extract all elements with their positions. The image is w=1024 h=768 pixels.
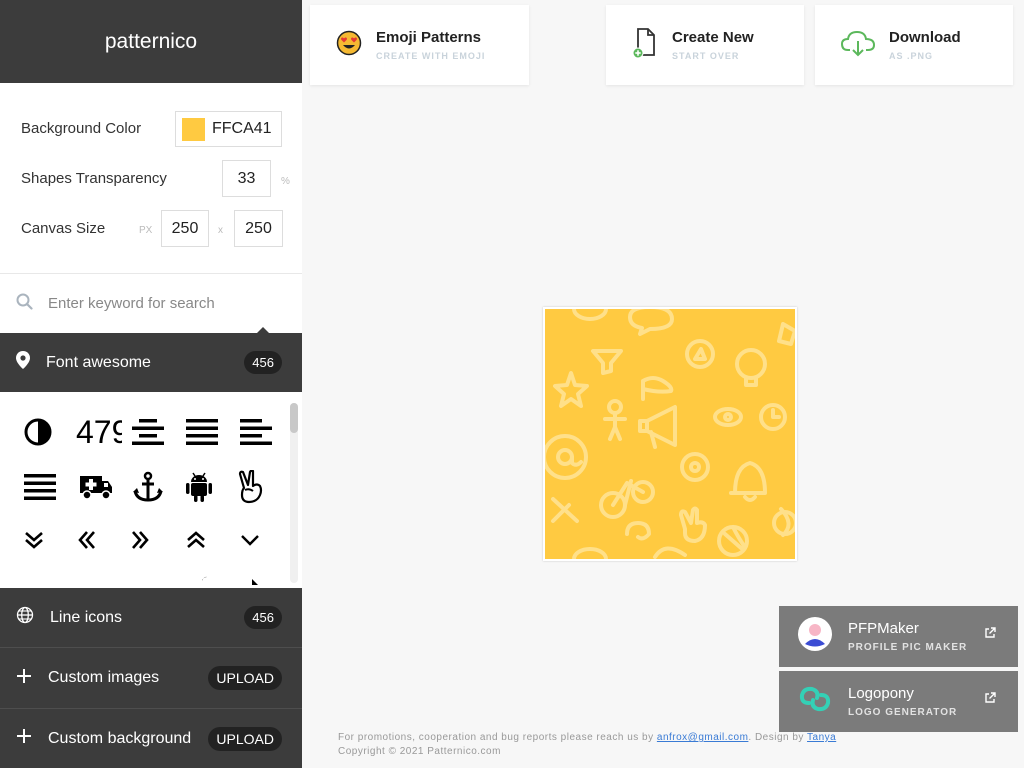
- canvas-size-label: Canvas Size: [21, 220, 106, 237]
- card-title: Create New: [672, 29, 754, 46]
- pattern-preview-canvas[interactable]: [543, 307, 797, 561]
- peace-hand-icon[interactable]: [231, 467, 271, 507]
- px-unit: PX: [139, 225, 153, 236]
- app-logo[interactable]: patternico: [0, 0, 302, 83]
- arrow-right-icon[interactable]: [234, 571, 274, 588]
- section-label: Line icons: [50, 608, 123, 626]
- angle-double-left-icon[interactable]: [67, 520, 107, 560]
- search-bar: [0, 274, 302, 333]
- adjust-icon[interactable]: [18, 412, 58, 452]
- designer-link[interactable]: Tanya: [807, 732, 836, 743]
- upload-background-button[interactable]: UPLOAD: [208, 726, 282, 751]
- footer: For promotions, cooperation and bug repo…: [338, 731, 836, 759]
- partial-text: 479: [76, 413, 122, 450]
- count-badge: 456: [244, 351, 282, 374]
- copyright: Copyright © 2021 Patternico.com: [338, 746, 501, 757]
- logopony-logo-icon: [797, 681, 833, 722]
- logopony-promo-link[interactable]: Logopony LOGO GENERATOR: [779, 671, 1018, 732]
- transparency-input[interactable]: 33: [222, 160, 271, 197]
- canvas-height-input[interactable]: 250: [234, 210, 283, 247]
- transparency-label: Shapes Transparency: [21, 170, 167, 187]
- text-height-icon[interactable]: 479: [76, 412, 122, 452]
- section-custom-images[interactable]: Custom images UPLOAD: [0, 648, 302, 708]
- heart-eyes-emoji-icon: [336, 30, 362, 61]
- angle-down-icon[interactable]: [230, 520, 270, 560]
- pfpmaker-promo-link[interactable]: PFPMaker PROFILE PIC MAKER: [779, 606, 1018, 667]
- emoji-patterns-button[interactable]: Emoji Patterns CREATE WITH EMOJI: [310, 5, 529, 85]
- upload-images-button[interactable]: UPLOAD: [208, 666, 282, 690]
- card-title: Download: [889, 29, 961, 46]
- apple-icon[interactable]: [180, 571, 220, 588]
- footer-text: For promotions, cooperation and bug repo…: [338, 732, 657, 743]
- avatar-icon: [797, 616, 833, 657]
- anchor-icon[interactable]: [128, 467, 168, 507]
- email-link[interactable]: anfrox@gmail.com: [657, 732, 749, 743]
- color-swatch: [182, 117, 205, 141]
- section-line-icons[interactable]: Line icons 456: [0, 588, 302, 647]
- promo-subtitle: LOGO GENERATOR: [848, 707, 958, 718]
- promo-title: PFPMaker: [848, 620, 919, 637]
- times-separator: x: [218, 225, 223, 236]
- card-title: Emoji Patterns: [376, 29, 482, 46]
- globe-icon: [16, 606, 34, 629]
- promo-subtitle: PROFILE PIC MAKER: [848, 642, 968, 653]
- percent-unit: %: [281, 176, 290, 187]
- plus-icon: [16, 728, 32, 749]
- align-justify-icon[interactable]: [182, 412, 222, 452]
- external-link-icon: [984, 691, 996, 709]
- background-color-label: Background Color: [21, 120, 142, 137]
- search-input[interactable]: [48, 295, 278, 312]
- sidebar: patternico Background Color FFCA41 Shape…: [0, 0, 302, 768]
- footer-text: . Design by: [748, 732, 808, 743]
- angle-double-down-icon[interactable]: [14, 520, 54, 560]
- align-justify-icon[interactable]: [20, 467, 60, 507]
- section-label: Custom images: [48, 669, 160, 686]
- align-left-icon[interactable]: [236, 412, 276, 452]
- create-new-button[interactable]: Create New START OVER: [606, 5, 804, 85]
- new-file-icon: [632, 27, 658, 64]
- card-subtitle: AS .PNG: [889, 51, 934, 61]
- background-color-picker[interactable]: FFCA41: [175, 111, 282, 147]
- section-custom-background[interactable]: Custom background UPLOAD: [0, 709, 302, 768]
- search-icon: [16, 293, 33, 315]
- plus-icon: [16, 668, 32, 689]
- promo-title: Logopony: [848, 685, 914, 702]
- background-color-value: FFCA41: [212, 120, 272, 137]
- card-subtitle: CREATE WITH EMOJI: [376, 51, 486, 61]
- map-marker-icon: [16, 351, 30, 374]
- icon-grid-scrollbar[interactable]: [290, 403, 298, 583]
- section-label: Custom background: [48, 729, 192, 747]
- pattern-shapes: [545, 309, 795, 559]
- angle-double-right-icon[interactable]: [120, 520, 160, 560]
- section-label: Font awesome: [46, 353, 151, 371]
- card-subtitle: START OVER: [672, 51, 740, 61]
- download-button[interactable]: Download AS .PNG: [815, 5, 1013, 85]
- icon-grid: 479: [0, 393, 302, 588]
- canvas-width-input[interactable]: 250: [161, 210, 209, 247]
- count-badge: 456: [244, 606, 282, 629]
- section-font-awesome[interactable]: Font awesome 456: [0, 333, 302, 392]
- ambulance-icon[interactable]: [76, 467, 116, 507]
- cloud-download-icon: [840, 29, 876, 62]
- external-link-icon: [984, 626, 996, 644]
- angle-double-up-icon[interactable]: [176, 520, 216, 560]
- android-icon[interactable]: [179, 467, 219, 507]
- align-center-icon[interactable]: [128, 412, 168, 452]
- scroll-thumb[interactable]: [290, 403, 298, 433]
